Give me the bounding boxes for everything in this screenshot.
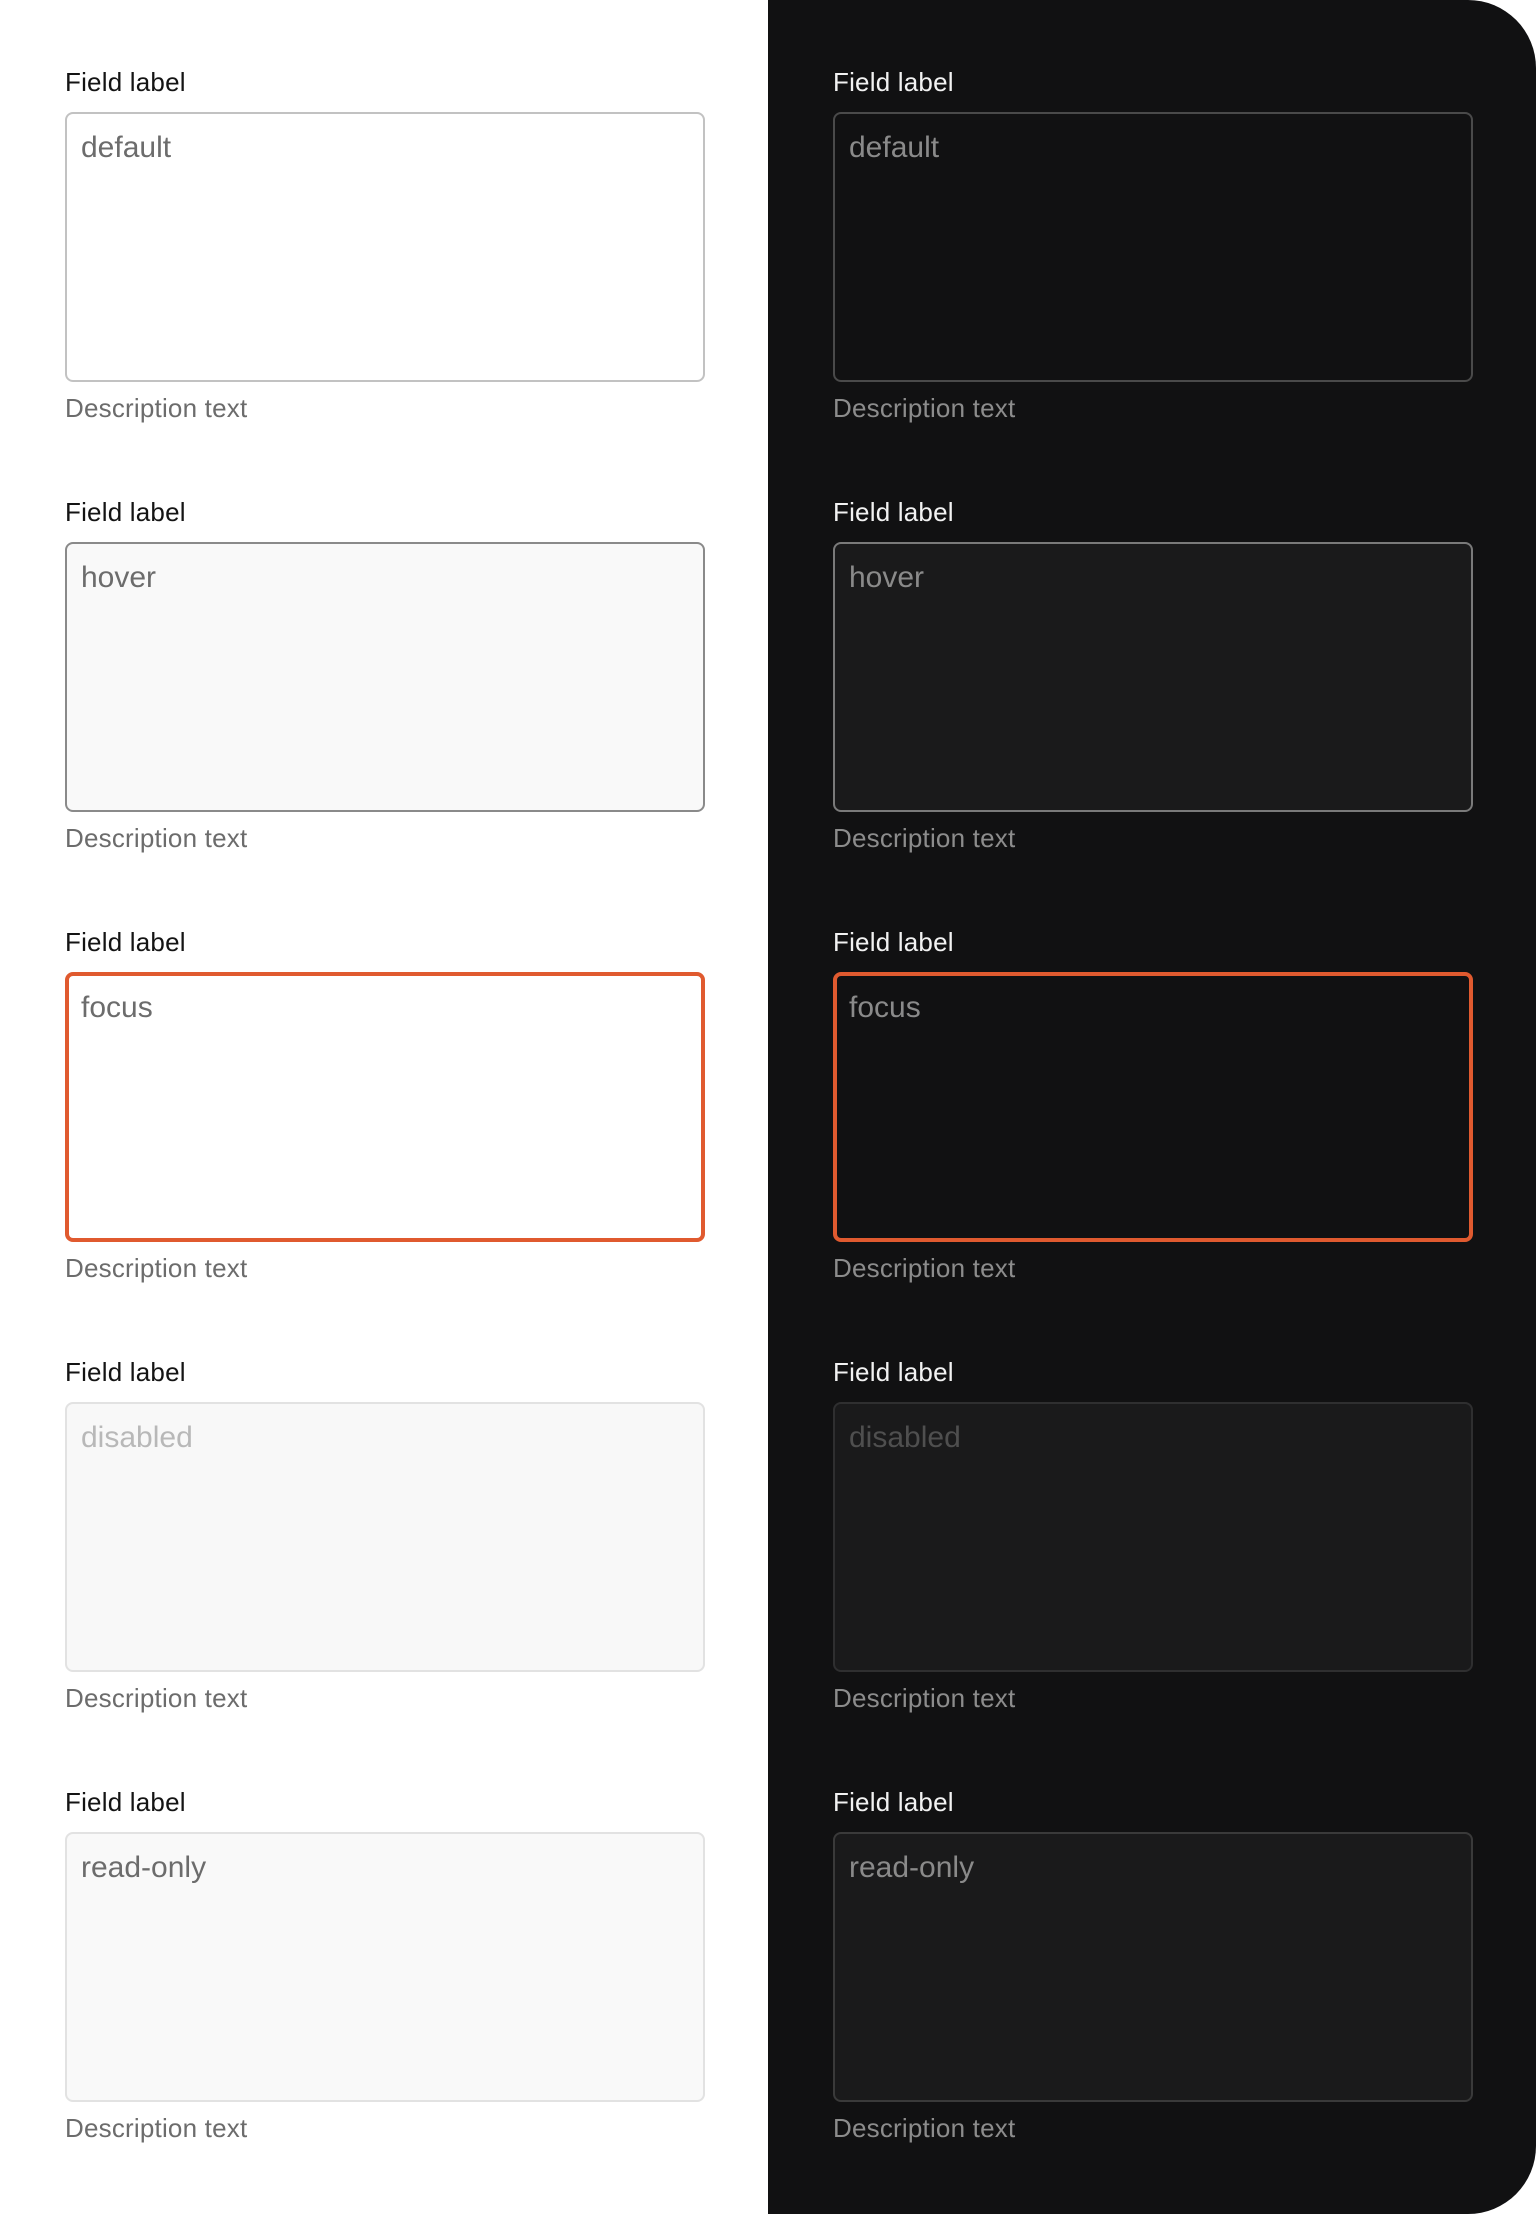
description-text: Description text [833,1683,1016,1713]
field-hover-light: Field label hover Description text [65,492,705,922]
description-text: Description text [65,1683,248,1713]
field-disabled-dark: Field label disabled Description text [833,1352,1473,1782]
textarea-focus[interactable]: focus [833,972,1473,1242]
description-text: Description text [833,823,1016,853]
description-text: Description text [833,393,1016,423]
textarea-read-only[interactable]: read-only [833,1832,1473,2102]
textarea-disabled: disabled [833,1402,1473,1672]
textarea-states-showcase: Field label default Description text Fie… [0,0,1536,2214]
description-text: Description text [833,2113,1016,2143]
field-label: Field label [833,497,954,527]
field-label: Field label [833,1357,954,1387]
textarea-hover[interactable]: hover [65,542,705,812]
field-hover-dark: Field label hover Description text [833,492,1473,922]
field-label: Field label [833,927,954,957]
field-readonly-dark: Field label read-only Description text [833,1782,1473,2212]
description-text: Description text [65,393,248,423]
field-disabled-light: Field label disabled Description text [65,1352,705,1782]
textarea-focus[interactable]: focus [65,972,705,1242]
field-label: Field label [833,1787,954,1817]
field-label: Field label [65,1357,186,1387]
textarea-read-only[interactable]: read-only [65,1832,705,2102]
textarea-default[interactable]: default [833,112,1473,382]
field-label: Field label [65,67,186,97]
description-text: Description text [65,2113,248,2143]
description-text: Description text [65,823,248,853]
field-readonly-light: Field label read-only Description text [65,1782,705,2212]
field-label: Field label [833,67,954,97]
field-focus-light: Field label focus Description text [65,922,705,1352]
field-label: Field label [65,497,186,527]
textarea-hover[interactable]: hover [833,542,1473,812]
field-label: Field label [65,1787,186,1817]
light-theme-panel: Field label default Description text Fie… [0,0,768,2214]
description-text: Description text [833,1253,1016,1283]
field-focus-dark: Field label focus Description text [833,922,1473,1352]
field-default-light: Field label default Description text [65,62,705,492]
dark-theme-panel: Field label default Description text Fie… [768,0,1536,2214]
textarea-default[interactable]: default [65,112,705,382]
field-default-dark: Field label default Description text [833,62,1473,492]
field-label: Field label [65,927,186,957]
textarea-disabled: disabled [65,1402,705,1672]
description-text: Description text [65,1253,248,1283]
